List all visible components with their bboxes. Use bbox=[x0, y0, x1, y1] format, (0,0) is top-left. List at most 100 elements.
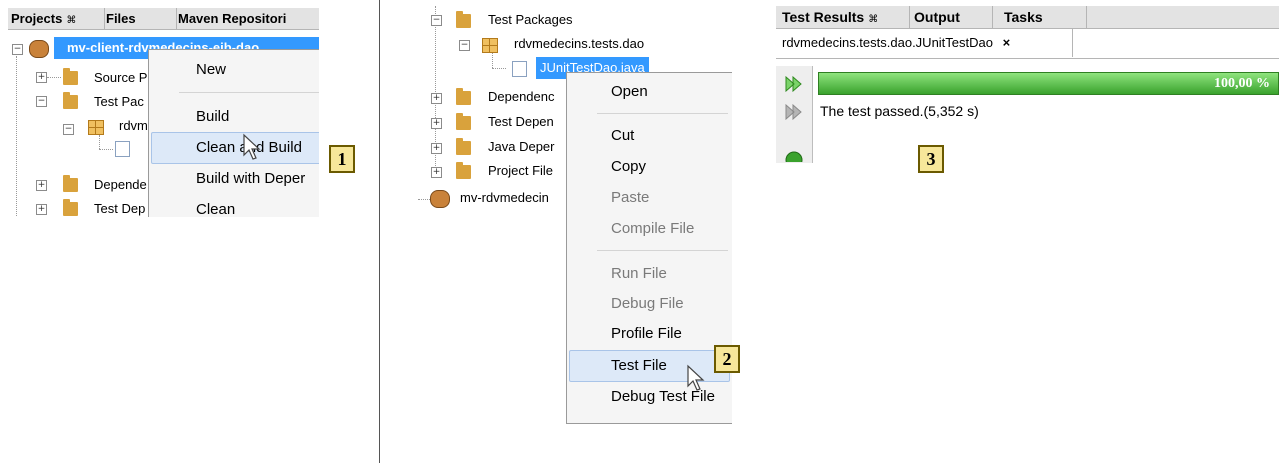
progress-label: 100,00 % bbox=[1214, 76, 1270, 91]
expand-icon[interactable]: + bbox=[36, 72, 47, 83]
tab-close-icon[interactable]: ⌘ bbox=[66, 15, 76, 26]
package-icon bbox=[88, 120, 104, 135]
library-folder-icon bbox=[63, 199, 78, 216]
menu-label: Run File bbox=[611, 265, 667, 282]
tree-item-test-dependencies[interactable]: Test Dep bbox=[94, 198, 145, 217]
tree-label: Test Depen bbox=[488, 114, 554, 129]
java-file-icon bbox=[512, 61, 527, 77]
tree-label: Depende bbox=[94, 177, 147, 192]
menu-item-cut[interactable]: Cut bbox=[567, 121, 732, 151]
tab-test-results[interactable]: Test Results ⌘ bbox=[776, 6, 910, 28]
menu-label: New bbox=[196, 61, 227, 78]
collapse-icon[interactable]: − bbox=[63, 124, 74, 135]
tab-output[interactable]: Output bbox=[910, 6, 993, 28]
tree-item-source-packages[interactable]: Source P bbox=[94, 67, 147, 89]
menu-item-build-with-dependencies[interactable]: Build with Deper bbox=[149, 164, 319, 194]
tree-label: Java Deper bbox=[488, 139, 555, 154]
menu-label: Cut bbox=[611, 127, 635, 144]
menu-item-build[interactable]: Build bbox=[149, 102, 319, 132]
tree-label: rdvm bbox=[119, 118, 148, 133]
tree-label: Source P bbox=[94, 70, 148, 85]
tab-maven-label: Maven Repositori bbox=[178, 11, 287, 26]
menu-label: Build bbox=[196, 108, 230, 125]
projects-panel: Projects ⌘ Files Maven Repositori − mv-cl… bbox=[8, 8, 319, 217]
menu-item-paste[interactable]: Paste bbox=[567, 183, 732, 213]
menu-item-clean[interactable]: Clean bbox=[149, 195, 319, 217]
menu-item-profile-file[interactable]: Profile File bbox=[567, 319, 732, 349]
tree-item-dependencies[interactable]: Dependenc bbox=[488, 86, 555, 108]
tab-close-icon[interactable]: ⌘ bbox=[868, 14, 878, 25]
test-results-tabbar: Test Results ⌘ Output Tasks bbox=[776, 6, 1279, 29]
test-results-panel: Test Results ⌘ Output Tasks rdvmedecins.t… bbox=[776, 6, 1279, 163]
tab-label: Tasks bbox=[1004, 9, 1043, 25]
collapse-icon[interactable]: − bbox=[36, 96, 47, 107]
tree-item-test-packages[interactable]: Test Pac bbox=[94, 91, 144, 113]
tree-label: rdvmedecins.tests.dao bbox=[514, 36, 645, 51]
tree-label: Test Packages bbox=[488, 12, 573, 27]
panel-divider bbox=[379, 0, 380, 463]
tree-item-project-files[interactable]: Project File bbox=[488, 160, 553, 182]
tree-item-test-dependencies[interactable]: Test Depen bbox=[488, 111, 554, 133]
expand-icon[interactable]: + bbox=[36, 180, 47, 191]
menu-item-clean-and-build[interactable]: Clean and Build bbox=[151, 132, 319, 164]
collapse-icon[interactable]: − bbox=[12, 44, 23, 55]
library-folder-icon bbox=[63, 175, 78, 192]
library-folder-icon bbox=[456, 88, 471, 105]
passed-filter-icon[interactable] bbox=[785, 150, 803, 162]
rerun-icon[interactable] bbox=[785, 76, 803, 92]
tree-item-package[interactable]: rdvm bbox=[119, 115, 148, 137]
mouse-cursor-icon bbox=[243, 133, 261, 160]
menu-item-compile-file[interactable]: Compile File bbox=[567, 214, 732, 244]
context-menu: New Build Clean and Build Build with Dep… bbox=[148, 49, 319, 217]
tab-projects[interactable]: Projects ⌘ bbox=[8, 8, 105, 29]
collapse-icon[interactable]: − bbox=[431, 15, 442, 26]
menu-label: Paste bbox=[611, 189, 650, 206]
menu-item-new[interactable]: New bbox=[149, 55, 319, 85]
tree-item-dependencies[interactable]: Depende bbox=[94, 174, 147, 196]
library-folder-icon bbox=[456, 138, 471, 155]
tab-maven-repositories[interactable]: Maven Repositori bbox=[175, 8, 319, 29]
expand-icon[interactable]: + bbox=[431, 143, 442, 154]
test-result-text: The test passed.(5,352 s) bbox=[820, 103, 979, 119]
tab-files[interactable]: Files bbox=[103, 8, 177, 29]
menu-item-open[interactable]: Open bbox=[567, 77, 732, 107]
menu-label: Test File bbox=[611, 357, 667, 374]
progress-bar: 100,00 % bbox=[818, 72, 1279, 95]
callout-1: 1 bbox=[329, 145, 355, 173]
menu-label: Compile File bbox=[611, 220, 695, 237]
tree-item-other-project[interactable]: mv-rdvmedecin bbox=[460, 187, 549, 209]
folder-icon bbox=[63, 92, 78, 109]
expand-icon[interactable]: + bbox=[431, 118, 442, 129]
menu-label: Debug File bbox=[611, 295, 684, 312]
tree-item-package[interactable]: rdvmedecins.tests.dao bbox=[514, 33, 644, 55]
tab-projects-label: Projects bbox=[11, 11, 63, 26]
mouse-cursor-icon bbox=[687, 364, 705, 391]
package-icon bbox=[482, 38, 498, 53]
menu-item-debug-file[interactable]: Debug File bbox=[567, 289, 732, 319]
tab-label: Test Results bbox=[782, 9, 865, 25]
collapse-icon[interactable]: − bbox=[459, 40, 470, 51]
menu-label: Build with Deper bbox=[196, 170, 306, 187]
subtab-junit-test[interactable]: rdvmedecins.tests.dao.JUnitTestDao × bbox=[776, 29, 1073, 57]
callout-2: 2 bbox=[714, 345, 740, 373]
tree-label: mv-rdvmedecin bbox=[460, 190, 549, 205]
expand-icon[interactable]: + bbox=[36, 204, 47, 215]
tab-files-label: Files bbox=[106, 11, 136, 26]
menu-label: Copy bbox=[611, 158, 647, 175]
tree-item-java-dependencies[interactable]: Java Deper bbox=[488, 136, 554, 158]
menu-label: Open bbox=[611, 83, 648, 100]
menu-item-copy[interactable]: Copy bbox=[567, 152, 732, 182]
test-toolbar bbox=[776, 66, 813, 163]
maven-project-icon bbox=[430, 190, 450, 208]
rerun-failed-icon[interactable] bbox=[785, 104, 803, 120]
java-file-icon bbox=[115, 141, 130, 157]
close-icon[interactable]: × bbox=[1003, 35, 1011, 50]
expand-icon[interactable]: + bbox=[431, 93, 442, 104]
tree-item-test-packages[interactable]: Test Packages bbox=[488, 9, 573, 31]
menu-item-run-file[interactable]: Run File bbox=[567, 259, 732, 289]
tab-tasks[interactable]: Tasks bbox=[994, 6, 1087, 28]
folder-icon bbox=[456, 11, 471, 28]
expand-icon[interactable]: + bbox=[431, 167, 442, 178]
project-files-icon bbox=[456, 162, 471, 179]
projects-tabbar: Projects ⌘ Files Maven Repositori bbox=[8, 8, 319, 30]
